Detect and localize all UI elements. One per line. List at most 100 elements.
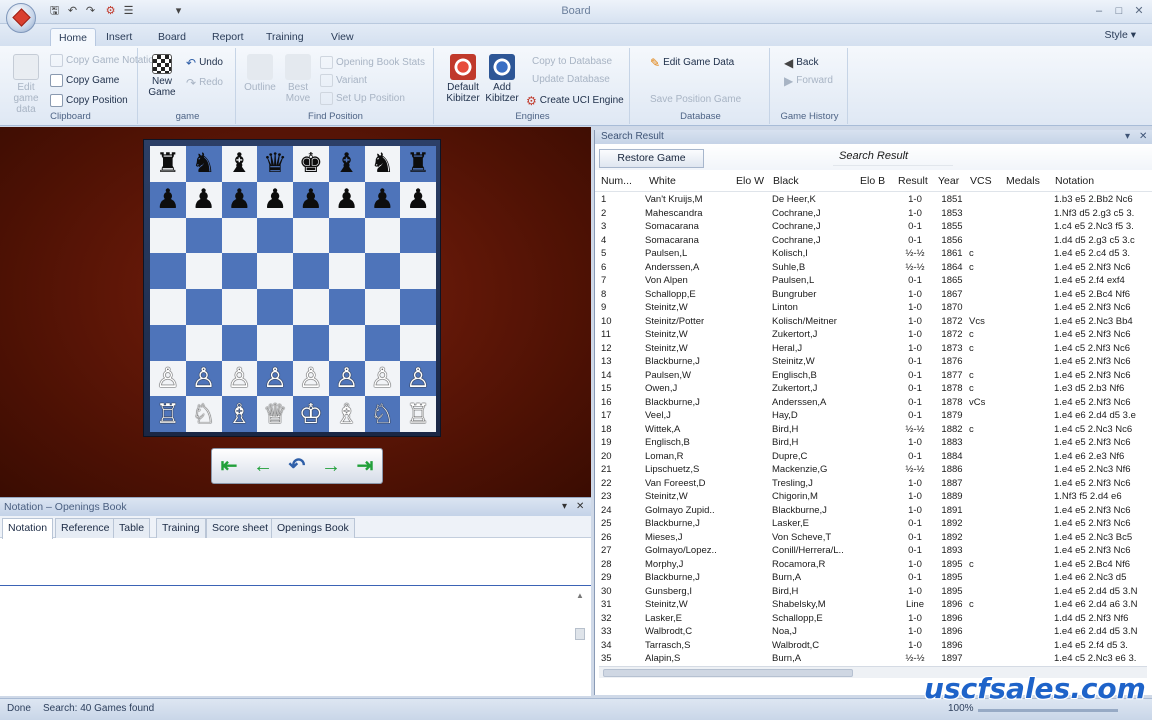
tab-openings-book[interactable]: Openings Book	[271, 518, 355, 538]
chess-piece[interactable]: ♙	[370, 365, 394, 392]
last-move-icon[interactable]: ⇥	[350, 453, 380, 479]
table-row[interactable]: 11 Steinitz,W Zukertort,J 1-0 1872 c 1.e4 e5 2…	[595, 328, 1152, 342]
table-row[interactable]: 17 Veel,J Hay,D 0-1 1879 1.e4 e6 2.d4 d5 3.e	[595, 409, 1152, 423]
board-square[interactable]: ♜	[150, 146, 186, 182]
table-row[interactable]: 4 Somacarana Cochrane,J 0-1 1856 1.d4 d5 2.g3…	[595, 234, 1152, 248]
board-square[interactable]: ♙	[221, 360, 258, 397]
chess-piece[interactable]: ♟	[370, 186, 394, 213]
tab-view[interactable]: View	[323, 28, 362, 46]
tab-reference[interactable]: Reference	[55, 518, 116, 538]
chess-piece[interactable]: ♖	[156, 401, 180, 428]
board-square[interactable]: ♗	[221, 396, 258, 432]
take-back-icon[interactable]: ↶	[282, 453, 312, 479]
save-position-game-button[interactable]: Save Position Game	[650, 94, 741, 105]
first-move-icon[interactable]: ⇤	[214, 453, 244, 479]
table-row[interactable]: 25 Blackburne,J Lasker,E 0-1 1892 1.e4 e5 2.N…	[595, 517, 1152, 531]
board-square[interactable]: ♙	[257, 360, 293, 397]
board-square[interactable]: ♟	[257, 181, 293, 218]
edit-game-data-button[interactable]: ✎ Edit Game Data	[650, 56, 734, 70]
chess-piece[interactable]: ♜	[406, 150, 430, 177]
chess-piece[interactable]: ♛	[263, 150, 287, 177]
board-square[interactable]	[150, 253, 186, 289]
board-square[interactable]: ♗	[328, 396, 365, 432]
chess-piece[interactable]: ♗	[227, 401, 251, 428]
tab-training[interactable]: Training	[258, 28, 312, 46]
chessboard[interactable]: ♜ ♞ ♝ ♛ ♚ ♝ ♞ ♜ ♟ ♟ ♟ ♟ ♟ ♟ ♟ ♟ ♙ ♙ ♙ ♙ ♙ ♙ ♙ ♙ ♖ ♘ ♗ ♕ ♔ ♗ ♘ ♖	[150, 146, 436, 432]
copy-game-button[interactable]: Copy Game	[50, 74, 119, 87]
board-square[interactable]	[364, 289, 401, 325]
board-square[interactable]	[257, 324, 293, 361]
undo-button[interactable]: ↶ Undo	[186, 56, 223, 70]
edit-game-data-small-button[interactable]: Edit game data	[8, 54, 44, 115]
engine-disabled-item-2[interactable]: Update Database	[532, 74, 610, 85]
tab-table[interactable]: Table	[113, 518, 151, 538]
chess-piece[interactable]: ♙	[192, 365, 216, 392]
scroll-up-icon[interactable]: ▲	[575, 591, 585, 600]
table-row[interactable]: 23 Steinitz,W Chigorin,M 1-0 1889 1.Nf3 f5 2.…	[595, 490, 1152, 504]
table-row[interactable]: 22 Van Foreest,D Tresling,J 1-0 1887 1.e4 e5 …	[595, 477, 1152, 491]
board-square[interactable]	[400, 289, 436, 325]
board-square[interactable]: ♕	[257, 396, 293, 432]
table-row[interactable]: 28 Morphy,J Rocamora,R 1-0 1895 c 1.e4 e5 2.Bc…	[595, 558, 1152, 572]
board-square[interactable]	[221, 217, 258, 254]
board-square[interactable]: ♖	[400, 396, 436, 432]
board-square[interactable]: ♙	[185, 360, 222, 397]
col-elo-w[interactable]: Elo W	[736, 175, 764, 187]
board-square[interactable]: ♜	[400, 146, 436, 182]
close-icon[interactable]: ✕	[1130, 3, 1148, 19]
board-square[interactable]	[328, 289, 365, 325]
board-square[interactable]: ♔	[293, 396, 329, 432]
chess-piece[interactable]: ♙	[299, 365, 323, 392]
board-square[interactable]	[150, 217, 186, 254]
table-row[interactable]: 26 Mieses,J Von Scheve,T 0-1 1892 1.e4 e5 2.N…	[595, 531, 1152, 545]
col-result[interactable]: Result	[898, 175, 928, 187]
engine-disabled-item-1[interactable]: Copy to Database	[532, 56, 612, 67]
col-notation[interactable]: Notation	[1055, 175, 1094, 187]
table-row[interactable]: 24 Golmayo Zupid.. Blackburne,J 1-0 1891 1.e4…	[595, 504, 1152, 518]
chess-piece[interactable]: ♟	[299, 186, 323, 213]
board-square[interactable]	[293, 253, 329, 289]
table-row[interactable]: 10 Steinitz/Potter Kolisch/Meitner 1-0 1872 V…	[595, 315, 1152, 329]
table-row[interactable]: 33 Walbrodt,C Noa,J 1-0 1896 1.e4 e6 2.d4 d5 …	[595, 625, 1152, 639]
tab-report[interactable]: Report	[204, 28, 252, 46]
maximize-icon[interactable]: □	[1110, 3, 1128, 19]
outline-button[interactable]: Outline	[240, 54, 280, 93]
table-row[interactable]: 35 Alapin,S Burn,A ½-½ 1897 1.e4 c5 2.Nc3 e6 …	[595, 652, 1152, 665]
table-row[interactable]: 8 Schallopp,E Bungruber 1-0 1867 1.e4 e5 2.Bc…	[595, 288, 1152, 302]
table-row[interactable]: 14 Paulsen,W Englisch,B 0-1 1877 c 1.e4 e5 2.N…	[595, 369, 1152, 383]
board-square[interactable]	[185, 324, 222, 361]
board-square[interactable]: ♟	[364, 181, 401, 218]
board-square[interactable]	[400, 324, 436, 361]
chess-piece[interactable]: ♙	[335, 365, 359, 392]
board-square[interactable]: ♙	[328, 360, 365, 397]
col-year[interactable]: Year	[938, 175, 959, 187]
board-square[interactable]: ♟	[328, 181, 365, 218]
notation-scrollbar[interactable]: ▲	[575, 591, 585, 643]
board-square[interactable]	[257, 289, 293, 325]
table-row[interactable]: 31 Steinitz,W Shabelsky,M Line 1896 c 1.e4 e6 …	[595, 598, 1152, 612]
chess-piece[interactable]: ♟	[227, 186, 251, 213]
tab-score-sheet[interactable]: Score sheet	[206, 518, 275, 538]
board-square[interactable]	[185, 253, 222, 289]
new-game-button[interactable]: New Game	[144, 54, 180, 98]
chess-piece[interactable]: ♜	[156, 150, 180, 177]
tab-insert[interactable]: Insert	[98, 28, 140, 46]
chess-piece[interactable]: ♚	[299, 150, 323, 177]
table-row[interactable]: 19 Englisch,B Bird,H 1-0 1883 1.e4 e5 2.Nf3 N…	[595, 436, 1152, 450]
panel-close-icon[interactable]: ✕	[576, 498, 584, 516]
table-row[interactable]: 20 Loman,R Dupre,C 0-1 1884 1.e4 e6 2.e3 Nf6	[595, 450, 1152, 464]
board-square[interactable]	[221, 324, 258, 361]
set-up-position-button[interactable]: Set Up Position	[320, 92, 405, 105]
board-square[interactable]: ♝	[221, 146, 258, 182]
scroll-thumb[interactable]	[603, 669, 853, 677]
board-square[interactable]: ♟	[400, 181, 436, 218]
create-uci-engine-button[interactable]: ⚙ Create UCI Engine	[526, 94, 624, 108]
table-row[interactable]: 27 Golmayo/Lopez.. Conill/Herrera/L.. 0-1 18…	[595, 544, 1152, 558]
col-white[interactable]: White	[649, 175, 676, 187]
table-row[interactable]: 18 Wittek,A Bird,H ½-½ 1882 c 1.e4 c5 2.Nc3 Nc…	[595, 423, 1152, 437]
board-square[interactable]: ♞	[364, 146, 401, 182]
chess-piece[interactable]: ♟	[192, 186, 216, 213]
board-square[interactable]	[364, 324, 401, 361]
chess-piece[interactable]: ♖	[406, 401, 430, 428]
table-row[interactable]: 9 Steinitz,W Linton 1-0 1870 1.e4 e5 2.Nf3 Nc…	[595, 301, 1152, 315]
